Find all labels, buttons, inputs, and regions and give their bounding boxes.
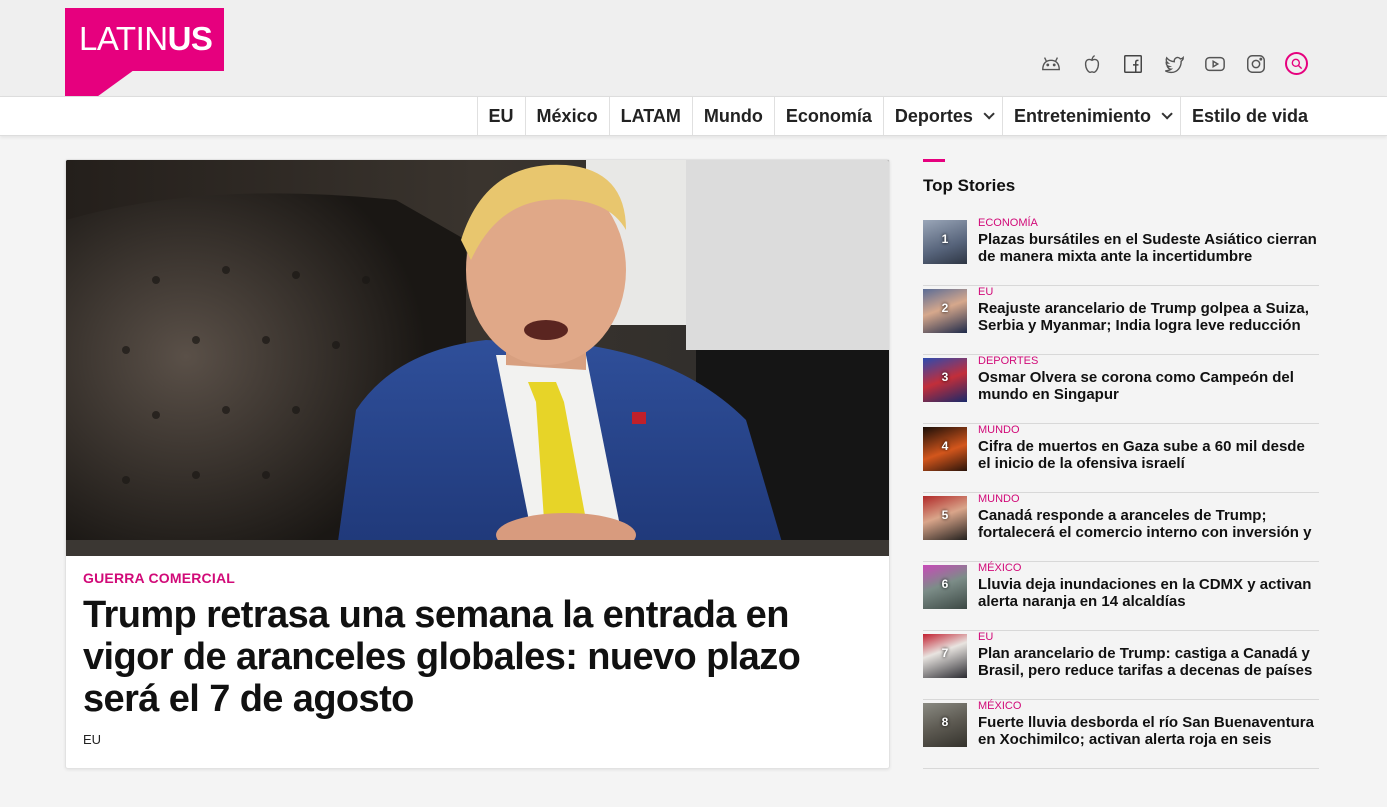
- top-stories-list: 1 ECONOMÍA Plazas bursátiles en el Sudes…: [923, 217, 1319, 769]
- story-title[interactable]: Fuerte lluvia desborda el río San Buenav…: [978, 714, 1318, 748]
- top-story-item[interactable]: 4 MUNDO Cifra de muertos en Gaza sube a …: [923, 424, 1319, 493]
- youtube-icon[interactable]: [1203, 52, 1226, 75]
- main-nav: EU México LATAM Mundo Economía Deportes …: [476, 97, 1319, 135]
- story-category[interactable]: MUNDO: [978, 424, 1020, 436]
- top-story-item[interactable]: 5 MUNDO Canadá responde a aranceles de T…: [923, 493, 1319, 562]
- story-category[interactable]: EU: [978, 286, 993, 298]
- story-rank: 8: [941, 715, 949, 729]
- story-category[interactable]: MÉXICO: [978, 562, 1021, 574]
- twitter-icon[interactable]: [1162, 52, 1185, 75]
- story-title[interactable]: Plan arancelario de Trump: castiga a Can…: [978, 645, 1318, 679]
- top-story-item[interactable]: 6 MÉXICO Lluvia deja inundaciones en la …: [923, 562, 1319, 631]
- top-story-item[interactable]: 1 ECONOMÍA Plazas bursátiles en el Sudes…: [923, 217, 1319, 286]
- story-title[interactable]: Osmar Olvera se corona como Campeón del …: [978, 369, 1318, 403]
- top-story-item[interactable]: 8 MÉXICO Fuerte lluvia desborda el río S…: [923, 700, 1319, 769]
- chevron-down-icon: [983, 108, 995, 120]
- story-category[interactable]: MUNDO: [978, 493, 1020, 505]
- featured-story-photo[interactable]: [66, 160, 889, 556]
- top-stories-sidebar: Top Stories 1 ECONOMÍA Plazas bursátiles…: [923, 159, 1319, 769]
- story-title[interactable]: Plazas bursátiles en el Sudeste Asiático…: [978, 231, 1318, 265]
- nav-label: México: [536, 105, 598, 126]
- story-title[interactable]: Reajuste arancelario de Trump golpea a S…: [978, 300, 1318, 334]
- nav-item-eu[interactable]: EU: [476, 97, 525, 135]
- story-rank: 7: [941, 646, 949, 660]
- social-icons: [1039, 52, 1308, 75]
- featured-story-body: GUERRA COMERCIAL Trump retrasa una seman…: [83, 570, 873, 747]
- search-icon[interactable]: [1285, 52, 1308, 75]
- chevron-down-icon: [1161, 108, 1173, 120]
- logo-text-bold: US: [167, 20, 213, 57]
- top-story-item[interactable]: 3 DEPORTES Osmar Olvera se corona como C…: [923, 355, 1319, 424]
- featured-headline[interactable]: Trump retrasa una semana la entrada en v…: [83, 594, 873, 720]
- story-kicker[interactable]: GUERRA COMERCIAL: [83, 570, 873, 586]
- sidebar-title: Top Stories: [923, 176, 1016, 195]
- nav-label: Estilo de vida: [1191, 105, 1308, 126]
- story-title[interactable]: Lluvia deja inundaciones en la CDMX y ac…: [978, 576, 1318, 610]
- nav-label: EU: [488, 105, 514, 126]
- instagram-icon[interactable]: [1244, 52, 1267, 75]
- main-navigation-bar: EU México LATAM Mundo Economía Deportes …: [0, 96, 1387, 136]
- nav-item-estilo-de-vida[interactable]: Estilo de vida: [1179, 97, 1319, 135]
- nav-item-deportes[interactable]: Deportes: [882, 97, 1002, 135]
- nav-label: Deportes: [894, 105, 973, 126]
- nav-label: Mundo: [703, 105, 763, 126]
- featured-story-card[interactable]: GUERRA COMERCIAL Trump retrasa una seman…: [65, 159, 890, 769]
- nav-item-mundo[interactable]: Mundo: [691, 97, 774, 135]
- header: LATINUS: [0, 0, 1387, 120]
- nav-label: Economía: [785, 105, 872, 126]
- top-story-item[interactable]: 7 EU Plan arancelario de Trump: castiga …: [923, 631, 1319, 700]
- facebook-icon[interactable]: [1121, 52, 1144, 75]
- story-rank: 6: [941, 577, 949, 591]
- top-story-item[interactable]: 2 EU Reajuste arancelario de Trump golpe…: [923, 286, 1319, 355]
- logo-text-light: LATIN: [79, 20, 168, 57]
- section-accent-bar: [923, 159, 945, 162]
- story-category[interactable]: EU: [978, 631, 993, 643]
- story-category[interactable]: ECONOMÍA: [978, 217, 1038, 229]
- apple-icon[interactable]: [1080, 52, 1103, 75]
- nav-label: LATAM: [620, 105, 681, 126]
- story-category[interactable]: MÉXICO: [978, 700, 1021, 712]
- story-rank: 1: [941, 232, 949, 246]
- story-rank: 2: [941, 301, 949, 315]
- android-icon[interactable]: [1039, 52, 1062, 75]
- story-title[interactable]: Canadá responde a aranceles de Trump; fo…: [978, 507, 1318, 541]
- nav-item-mexico[interactable]: México: [524, 97, 609, 135]
- nav-item-entretenimiento[interactable]: Entretenimiento: [1001, 97, 1180, 135]
- story-rank: 3: [941, 370, 949, 384]
- story-rank: 4: [941, 439, 949, 453]
- story-section[interactable]: EU: [83, 732, 873, 747]
- nav-item-latam[interactable]: LATAM: [608, 97, 692, 135]
- nav-item-economia[interactable]: Economía: [773, 97, 883, 135]
- site-logo[interactable]: LATINUS: [65, 8, 224, 71]
- story-category[interactable]: DEPORTES: [978, 355, 1038, 367]
- nav-label: Entretenimiento: [1013, 105, 1151, 126]
- story-title[interactable]: Cifra de muertos en Gaza sube a 60 mil d…: [978, 438, 1318, 472]
- story-rank: 5: [941, 508, 949, 522]
